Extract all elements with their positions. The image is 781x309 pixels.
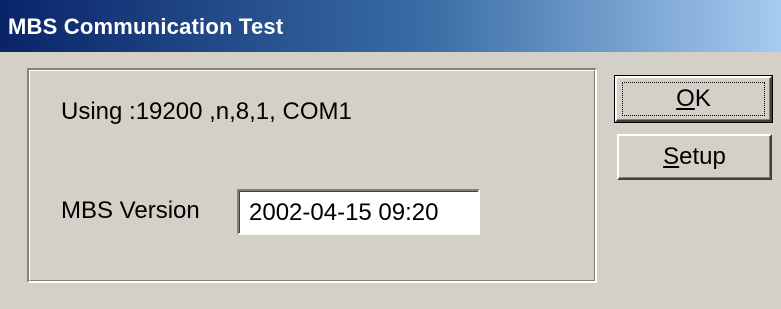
- setup-button-label: Setup: [619, 143, 770, 171]
- window-title: MBS Communication Test: [8, 14, 284, 39]
- mbs-version-label: MBS Version: [61, 197, 200, 224]
- setup-button[interactable]: Setup: [617, 134, 772, 180]
- ok-button-label: OK: [617, 85, 770, 113]
- dialog-window: MBS Communication Test Using :19200 ,n,8…: [0, 0, 781, 309]
- ok-button[interactable]: OK: [614, 75, 773, 123]
- connection-settings-text: Using :19200 ,n,8,1, COM1: [61, 98, 352, 125]
- setup-accelerator: S: [663, 143, 680, 170]
- ok-label-rest: K: [694, 85, 711, 112]
- title-bar[interactable]: MBS Communication Test: [0, 0, 781, 52]
- mbs-version-field: 2002-04-15 09:20: [237, 189, 480, 235]
- ok-accelerator: O: [676, 85, 695, 112]
- setup-label-rest: etup: [679, 143, 726, 170]
